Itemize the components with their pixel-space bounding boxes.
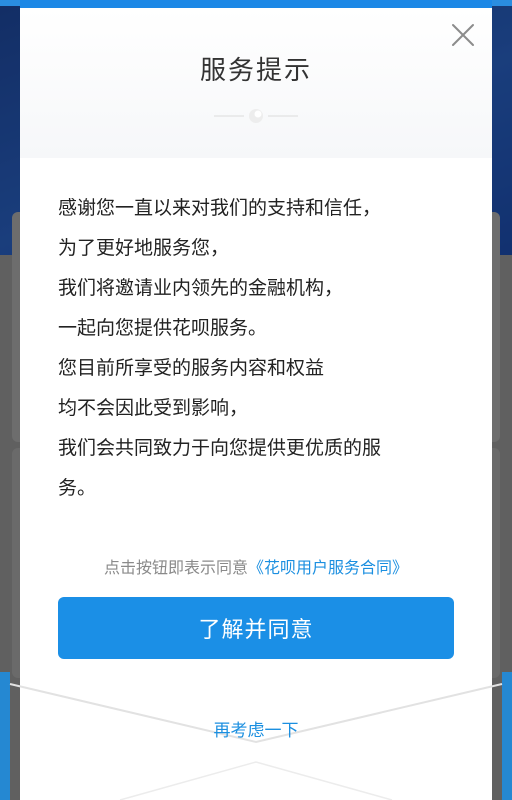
dialog-top-bar: [20, 0, 492, 8]
agreement-prefix: 点击按钮即表示同意: [103, 558, 248, 577]
reconsider-link[interactable]: 再考虑一下: [20, 716, 492, 741]
message-line: 我们将邀请业内领先的金融机构，: [58, 277, 344, 299]
agree-button[interactable]: 了解并同意: [58, 597, 454, 659]
agreement-notice: 点击按钮即表示同意《花呗用户服务合同》: [20, 554, 492, 578]
message-line: 我们会共同致力于向您提供更优质的服: [58, 437, 382, 459]
close-button[interactable]: [448, 20, 478, 50]
dialog-message: 感谢您一直以来对我们的支持和信任， 为了更好地服务您， 我们将邀请业内领先的金融…: [58, 188, 458, 508]
message-line: 您目前所享受的服务内容和权益: [58, 357, 325, 379]
message-line: 感谢您一直以来对我们的支持和信任，: [58, 197, 382, 219]
message-line: 为了更好地服务您，: [58, 237, 230, 259]
service-notice-dialog: 服务提示 感谢您一直以来对我们的支持和信任， 为了更好地服务您， 我们将邀请业内…: [0, 0, 512, 800]
message-line: 务。: [58, 477, 97, 499]
message-line: 一起向您提供花呗服务。: [58, 317, 268, 339]
service-contract-link[interactable]: 《花呗用户服务合同》: [248, 558, 408, 577]
message-line: 均不会因此受到影响，: [58, 397, 249, 419]
dialog-title: 服务提示: [199, 56, 312, 86]
divider-ornament-icon: [206, 106, 306, 126]
close-icon: [452, 24, 474, 46]
